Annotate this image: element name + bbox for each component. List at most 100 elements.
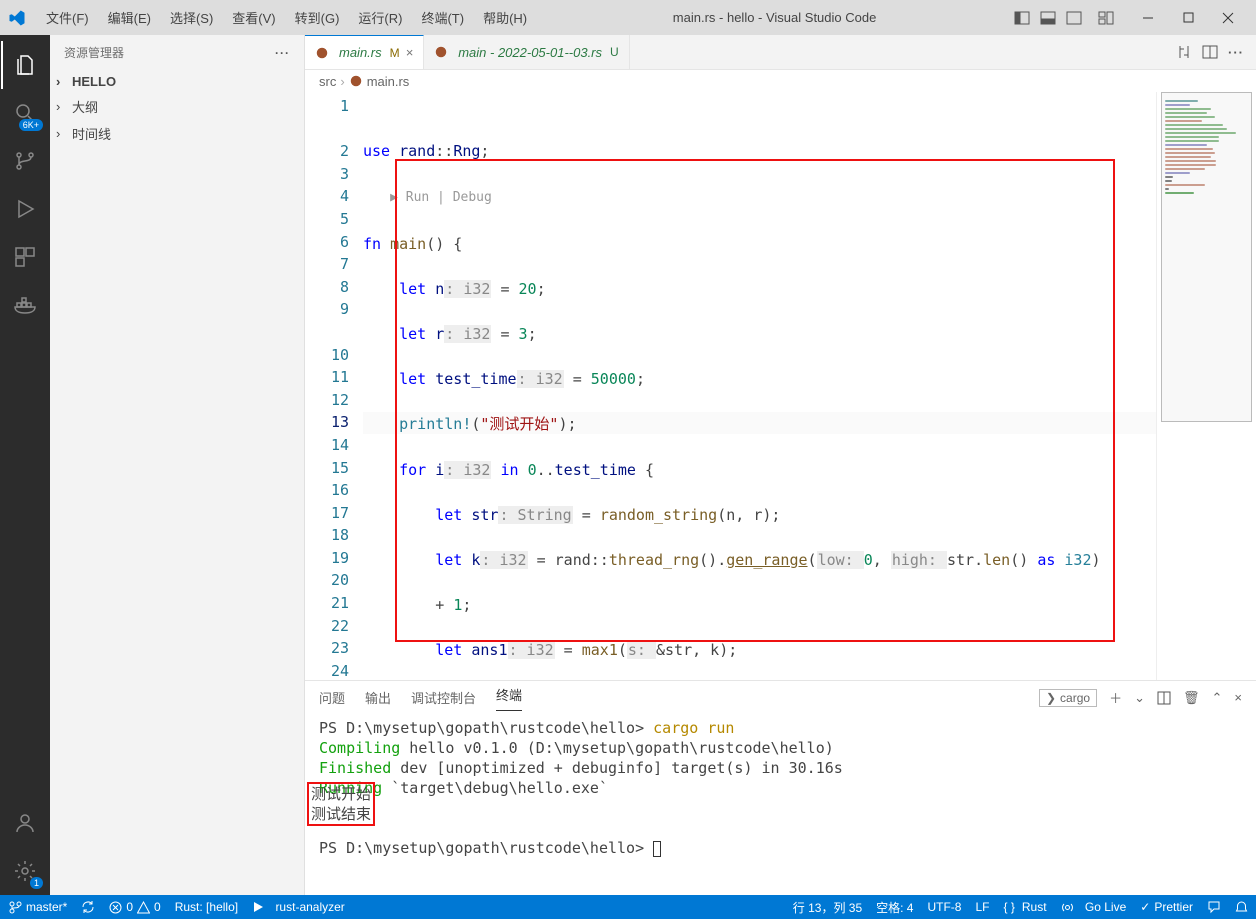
menu-help[interactable]: 帮助(H) <box>475 5 535 30</box>
code-editor[interactable]: 1 2 3 4 5 6 7 8 9 10 11 12 13 14 15 16 1… <box>305 92 1256 680</box>
terminal-shell-chip[interactable]: ❯cargo <box>1039 689 1097 707</box>
account-icon <box>13 811 37 835</box>
shell-icon: ❯ <box>1046 691 1056 705</box>
chevron-right-icon: › <box>56 99 68 114</box>
branch-icon <box>13 149 37 173</box>
sidebar-section-timeline[interactable]: ›时间线 <box>50 120 304 147</box>
layout-panel-icon[interactable] <box>1040 10 1056 26</box>
tab-more-icon[interactable] <box>1228 45 1244 60</box>
status-sync[interactable] <box>81 900 95 914</box>
maximize-button[interactable] <box>1168 3 1208 33</box>
kill-terminal-icon[interactable]: 🗑 <box>1183 690 1200 706</box>
activity-bar: 6K+ 1 <box>0 35 50 895</box>
status-rust[interactable]: Rust: [hello] <box>175 900 238 914</box>
sidebar-section-outline[interactable]: ›大纲 <box>50 93 304 120</box>
status-prettier[interactable]: ✓ Prettier <box>1140 900 1193 914</box>
panel-tab-debug-console[interactable]: 调试控制台 <box>411 688 476 707</box>
status-branch[interactable]: master* <box>8 900 67 914</box>
play-icon <box>252 901 264 913</box>
window-title: main.rs - hello - Visual Studio Code <box>535 10 1014 25</box>
menu-terminal[interactable]: 终端(T) <box>413 5 472 30</box>
status-language[interactable]: { }Rust <box>1004 900 1047 914</box>
menu-view[interactable]: 查看(V) <box>224 5 283 30</box>
split-terminal-icon[interactable] <box>1157 691 1171 705</box>
tab-main-rs[interactable]: main.rs M × <box>305 35 424 69</box>
close-tab-icon[interactable]: × <box>406 45 414 60</box>
activity-explorer[interactable] <box>1 41 49 89</box>
minimap-viewport[interactable] <box>1161 92 1252 422</box>
activity-scm[interactable] <box>1 137 49 185</box>
branch-icon <box>8 900 22 914</box>
bottom-panel: 问题 输出 调试控制台 终端 ❯cargo ＋ ⌄ 🗑 ⌃ × PS D:\my… <box>305 680 1256 895</box>
compare-changes-icon[interactable] <box>1176 44 1192 60</box>
panel-tabs: 问题 输出 调试控制台 终端 ❯cargo ＋ ⌄ 🗑 ⌃ × <box>305 681 1256 714</box>
untracked-indicator: U <box>610 45 619 59</box>
chevron-right-icon: › <box>56 74 68 89</box>
menu-edit[interactable]: 编辑(E) <box>100 5 159 30</box>
panel-tab-terminal[interactable]: 终端 <box>496 685 522 711</box>
tab-main-backup[interactable]: main - 2022-05-01--03.rs U <box>424 35 629 69</box>
maximize-panel-icon[interactable]: ⌃ <box>1212 690 1223 706</box>
terminal-cursor <box>653 841 661 857</box>
current-line-highlight <box>363 412 1156 434</box>
editor-group: main.rs M × main - 2022-05-01--03.rs U s… <box>305 35 1256 895</box>
minimize-button[interactable] <box>1128 3 1168 33</box>
terminal-content[interactable]: PS D:\mysetup\gopath\rustcode\hello> car… <box>305 714 1256 895</box>
split-editor-icon[interactable] <box>1202 44 1218 60</box>
activity-docker[interactable] <box>1 281 49 329</box>
layout-primary-icon[interactable] <box>1014 10 1030 26</box>
activity-debug[interactable] <box>1 185 49 233</box>
status-indent[interactable]: 空格: 4 <box>876 899 913 916</box>
extensions-icon <box>13 245 37 269</box>
menu-run[interactable]: 运行(R) <box>350 5 410 30</box>
line-number-gutter: 1 2 3 4 5 6 7 8 9 10 11 12 13 14 15 16 1… <box>305 92 363 680</box>
close-button[interactable] <box>1208 3 1248 33</box>
docker-icon <box>13 293 37 317</box>
new-terminal-icon[interactable]: ＋ <box>1109 688 1122 707</box>
status-errors[interactable]: 0 0 <box>109 900 160 914</box>
panel-tab-output[interactable]: 输出 <box>365 688 391 707</box>
settings-badge: 1 <box>30 877 43 889</box>
sidebar-section-hello[interactable]: ›HELLO <box>50 70 304 93</box>
status-bell[interactable] <box>1235 901 1248 914</box>
modified-indicator: M <box>390 46 400 60</box>
activity-search[interactable]: 6K+ <box>1 89 49 137</box>
search-badge: 6K+ <box>19 119 43 131</box>
minimap[interactable] <box>1156 92 1256 680</box>
menu-bar: 文件(F) 编辑(E) 选择(S) 查看(V) 转到(G) 运行(R) 终端(T… <box>38 5 535 30</box>
menu-selection[interactable]: 选择(S) <box>162 5 221 30</box>
menu-file[interactable]: 文件(F) <box>38 5 97 30</box>
status-bar: master* 0 0 Rust: [hello] rust-analyzer … <box>0 895 1256 919</box>
code-content[interactable]: use rand::Rng; ▶ Run | Debug fn main() {… <box>363 92 1156 680</box>
sync-icon <box>81 900 95 914</box>
vscode-logo-icon <box>8 9 26 27</box>
error-icon <box>109 901 122 914</box>
bell-icon <box>1235 901 1248 914</box>
status-cursor-pos[interactable]: 行 13，列 35 <box>793 899 862 916</box>
play-bug-icon <box>13 197 37 221</box>
activity-account[interactable] <box>1 799 49 847</box>
codelens-run-debug[interactable]: ▶ Run | Debug <box>390 190 492 205</box>
layout-secondary-icon[interactable] <box>1066 10 1082 26</box>
status-lsp[interactable]: rust-analyzer <box>252 900 345 914</box>
sidebar-title: 资源管理器 <box>50 35 304 70</box>
close-panel-icon[interactable]: × <box>1234 690 1242 705</box>
status-golive[interactable]: Go Live <box>1061 900 1127 914</box>
terminal-annotation-box: 测试开始 测试结束 <box>307 782 375 826</box>
activity-settings[interactable]: 1 <box>1 847 49 895</box>
panel-tab-problems[interactable]: 问题 <box>319 688 345 707</box>
status-feedback[interactable] <box>1207 900 1221 914</box>
rust-file-icon <box>315 46 329 60</box>
broadcast-icon <box>1061 901 1074 914</box>
explorer-sidebar: 资源管理器 ›HELLO ›大纲 ›时间线 <box>50 35 305 895</box>
status-encoding[interactable]: UTF-8 <box>927 900 961 914</box>
terminal-dropdown-icon[interactable]: ⌄ <box>1134 690 1145 706</box>
activity-extensions[interactable] <box>1 233 49 281</box>
status-eol[interactable]: LF <box>975 900 989 914</box>
menu-go[interactable]: 转到(G) <box>287 5 348 30</box>
warning-icon <box>137 901 150 914</box>
breadcrumbs[interactable]: src› main.rs <box>305 70 1256 92</box>
sidebar-more-icon[interactable] <box>275 46 290 60</box>
customize-layout-icon[interactable] <box>1098 10 1114 26</box>
editor-tabs: main.rs M × main - 2022-05-01--03.rs U <box>305 35 1256 70</box>
